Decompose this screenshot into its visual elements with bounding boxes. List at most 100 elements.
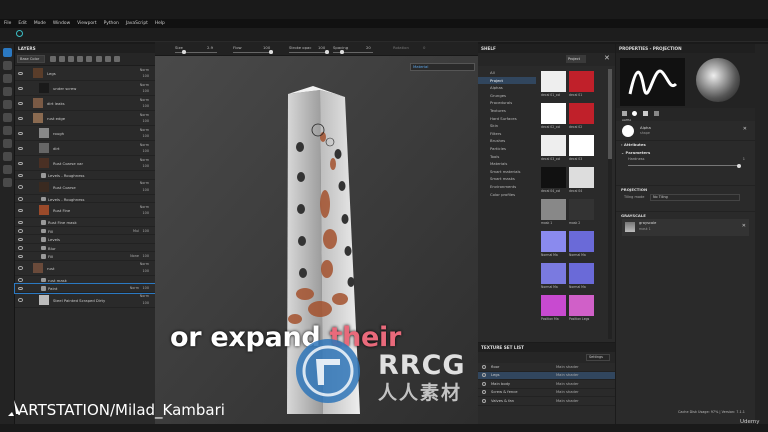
rotation-value[interactable]: 0 [423,45,425,50]
size-slider-knob[interactable] [182,50,186,54]
flow-value[interactable]: 100 [263,45,270,50]
shelf-thumbnail[interactable] [541,231,566,252]
visibility-eye-icon[interactable] [18,197,23,201]
hardness-slider[interactable] [628,165,740,166]
smudge-tool-icon[interactable] [3,100,12,109]
visibility-eye-icon[interactable] [18,237,23,241]
stroke-opacity-value[interactable]: 100 [318,45,325,50]
layer-row[interactable]: rough Norm 100 [15,126,155,141]
layer-opacity[interactable]: 100 [143,149,149,153]
layer-blend-mode[interactable]: Norm [140,262,149,266]
texture-set-row[interactable]: Screw & fence Main shader [478,389,615,397]
stroke-opacity-slider[interactable] [289,52,329,53]
channel-select[interactable]: Base Color [17,55,45,63]
shelf-thumbnail[interactable] [541,263,566,284]
layer-row[interactable]: Rust Fine Norm 100 [15,203,155,218]
delete-icon[interactable] [113,56,120,62]
texture-set-shader[interactable]: Main shader [556,399,579,403]
spacing-value[interactable]: 20 [366,45,371,50]
texture-set-shader[interactable]: Main shader [556,390,579,394]
layer-opacity[interactable]: 100 [143,74,149,78]
shelf-scroll-thumb[interactable] [608,69,612,159]
layer-opacity[interactable]: 100 [143,229,149,233]
shelf-category-item[interactable]: Brushes [478,137,536,145]
size-value[interactable]: 2.9 [207,45,213,50]
shelf-thumbnail[interactable] [569,135,594,156]
layer-row[interactable]: Fill None 100 [15,252,155,261]
layer-opacity[interactable]: 100 [143,119,149,123]
shelf-category-item[interactable]: Filters [478,130,536,138]
shelf-category-item[interactable]: Project [478,76,536,85]
layer-opacity[interactable]: 100 [143,269,149,273]
layer-row[interactable]: Steel Painted Scraped Dirty Norm 100 [15,293,155,308]
layer-blend-mode[interactable]: Mul [133,229,139,233]
spacing-slider[interactable] [333,52,373,53]
flow-slider[interactable] [233,52,273,53]
menu-javascript[interactable]: JavaScript [126,21,148,26]
bake-tool-icon[interactable] [3,139,12,148]
texture-set-row[interactable]: Valves & fan Main shader [478,397,615,406]
layer-blend-mode[interactable]: Norm [140,83,149,87]
visibility-eye-icon[interactable] [18,220,23,224]
shelf-thumbnail[interactable] [569,295,594,316]
grayscale-thumbnail[interactable] [625,222,635,232]
layer-opacity[interactable]: 100 [143,301,149,305]
visibility-eye-icon[interactable] [18,208,23,212]
shelf-category-item[interactable]: Particles [478,145,536,153]
layer-blend-mode[interactable]: Norm [130,286,139,290]
paint-layer-icon[interactable] [67,56,74,62]
layer-row[interactable]: Blur [15,244,155,252]
paint-tool-icon[interactable] [3,48,12,57]
layer-row[interactable]: rust Norm 100 [15,261,155,276]
shelf-category-item[interactable]: All [478,69,536,77]
layer-blend-mode[interactable]: Norm [140,68,149,72]
shelf-thumbnail[interactable] [569,103,594,124]
layer-blend-mode[interactable]: Norm [140,143,149,147]
remove-icon[interactable]: ✕ [743,126,747,132]
shelf-category-item[interactable]: Grunges [478,92,536,100]
layer-opacity[interactable]: 100 [143,254,149,258]
effect-icon[interactable] [95,56,102,62]
texture-set-shader[interactable]: Main shader [556,365,579,369]
layer-opacity[interactable]: 100 [143,211,149,215]
visibility-eye-icon[interactable] [18,173,23,177]
layer-opacity[interactable]: 100 [143,164,149,168]
menu-mode[interactable]: Mode [34,21,46,26]
filter-icon[interactable] [58,56,65,62]
shelf-thumbnail[interactable] [541,71,566,92]
stroke-opacity-knob[interactable] [325,50,329,54]
render-tool-icon[interactable] [3,152,12,161]
layer-row[interactable]: Rust Fine mask [15,218,155,227]
layer-blend-mode[interactable]: Norm [140,128,149,132]
shelf-thumbnail[interactable] [569,199,594,220]
layer-blend-mode[interactable]: Norm [140,113,149,117]
material-dropdown[interactable]: Material [410,63,475,71]
layer-row[interactable]: rust edge Norm 100 [15,111,155,126]
menu-file[interactable]: File [4,21,11,26]
eraser-tool-icon[interactable] [3,61,12,70]
layer-blend-mode[interactable]: Norm [140,98,149,102]
flow-slider-knob[interactable] [269,50,273,54]
layer-blend-mode[interactable]: Norm [140,158,149,162]
shelf-thumbnail[interactable] [569,231,594,252]
menu-help[interactable]: Help [155,21,165,26]
visibility-eye-icon[interactable] [18,131,23,135]
stencil-tab-icon[interactable] [654,111,659,116]
layer-row[interactable]: rust mask [15,276,155,284]
camera-tool-icon[interactable] [3,165,12,174]
brush-tab-icon[interactable] [622,111,627,116]
shelf-category-item[interactable]: Tools [478,153,536,161]
grayscale-remove-icon[interactable]: ✕ [742,223,746,229]
close-icon[interactable]: ✕ [604,54,610,62]
alpha-thumbnail[interactable] [622,125,634,137]
shelf-category-item[interactable]: Materials [478,160,536,168]
texture-set-shader[interactable]: Main shader [556,373,579,377]
layer-row[interactable]: Paint Norm 100 [14,283,156,294]
visibility-eye-icon[interactable] [18,146,23,150]
visibility-eye-icon[interactable] [18,266,23,270]
layer-row[interactable]: dirt Norm 100 [15,141,155,156]
shelf-thumbnail[interactable] [569,167,594,188]
fill-layer-icon[interactable] [77,56,84,62]
visibility-eye-icon[interactable] [18,278,23,282]
settings-button[interactable]: Settings [586,354,610,361]
